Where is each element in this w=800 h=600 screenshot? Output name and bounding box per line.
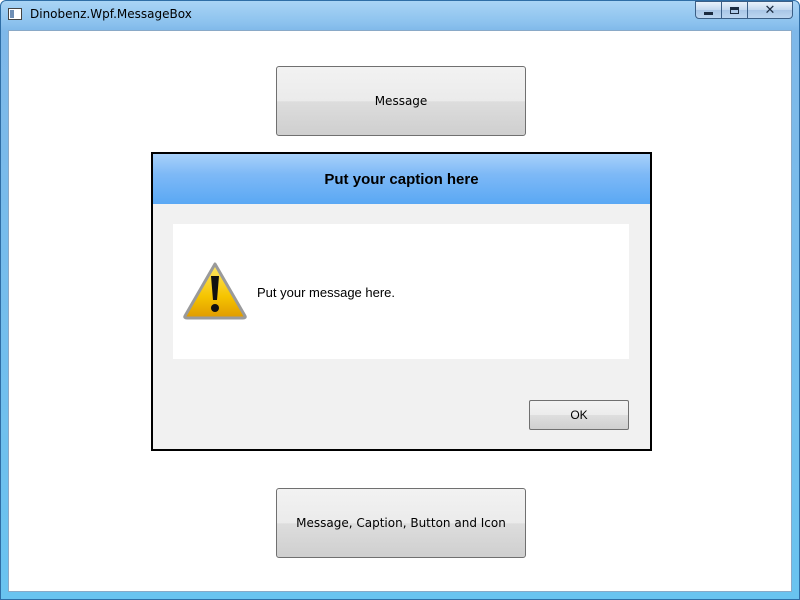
dialog-header: Put your caption here	[153, 154, 650, 204]
app-window: Dinobenz.Wpf.MessageBox ✕ Message Put yo…	[0, 0, 800, 600]
message-caption-button-icon-button[interactable]: Message, Caption, Button and Icon	[276, 488, 526, 558]
window-title: Dinobenz.Wpf.MessageBox	[30, 7, 192, 21]
ok-button[interactable]: OK	[529, 400, 629, 430]
maximize-button[interactable]	[721, 1, 748, 19]
warning-icon	[183, 262, 247, 320]
message-button[interactable]: Message	[276, 66, 526, 136]
title-bar[interactable]: Dinobenz.Wpf.MessageBox ✕	[1, 1, 799, 29]
caption-buttons: ✕	[695, 1, 793, 21]
minimize-icon	[704, 11, 713, 15]
maximize-icon	[730, 6, 739, 14]
close-button[interactable]: ✕	[747, 1, 793, 19]
minimize-button[interactable]	[695, 1, 722, 19]
dialog-body: Put your message here.	[173, 224, 629, 359]
dialog-caption: Put your caption here	[324, 170, 479, 188]
message-box-dialog: Put your caption here Put your message h…	[151, 152, 652, 451]
close-icon: ✕	[764, 2, 776, 18]
dialog-message: Put your message here.	[257, 285, 396, 300]
window-app-icon[interactable]	[8, 8, 22, 20]
client-area: Message Put your caption here Put your m…	[8, 30, 792, 592]
